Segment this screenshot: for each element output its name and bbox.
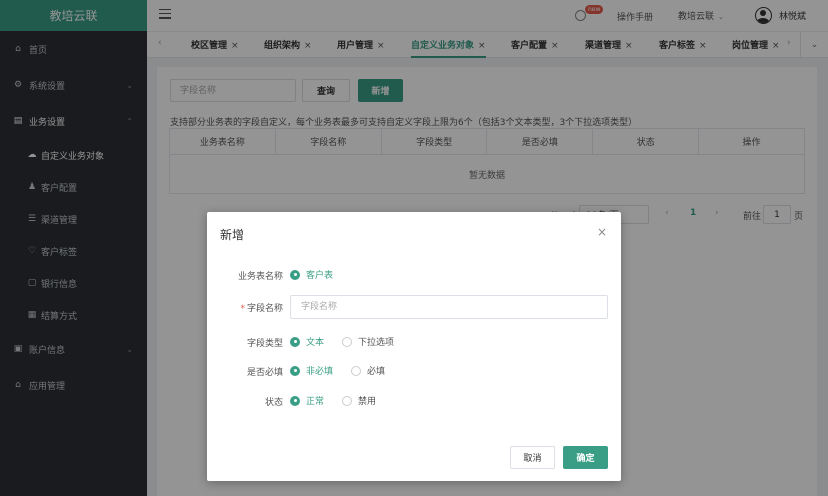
form-label: 是否必填 bbox=[246, 368, 283, 378]
form-row-status: 状态 正常 禁用 bbox=[207, 389, 621, 413]
radio-label: 下拉选项 bbox=[358, 338, 395, 348]
form-row-required: 是否必填 非必填 必填 bbox=[207, 359, 621, 383]
form-label: 业务表名称 bbox=[237, 272, 283, 282]
radio-unchecked-icon bbox=[351, 365, 361, 376]
radio-checked-icon bbox=[290, 365, 300, 376]
radio-label: 客户表 bbox=[306, 271, 334, 281]
form-row-field-type: 字段类型 文本 下拉选项 bbox=[207, 330, 621, 354]
form-label: 状态 bbox=[264, 398, 283, 408]
cancel-button[interactable]: 取消 bbox=[510, 446, 555, 469]
field-name-input[interactable] bbox=[290, 295, 608, 319]
radio-checked-icon bbox=[290, 336, 300, 347]
radio-checked-icon bbox=[290, 269, 300, 280]
confirm-button[interactable]: 确定 bbox=[563, 446, 608, 469]
radio-label: 正常 bbox=[306, 397, 325, 407]
close-icon[interactable]: × bbox=[597, 225, 607, 239]
radio-label: 必填 bbox=[367, 367, 386, 377]
radio-required[interactable]: 必填 bbox=[351, 364, 385, 377]
form-row-field-name: * 字段名称 bbox=[207, 295, 621, 319]
radio-text[interactable]: 文本 bbox=[290, 335, 324, 348]
dialog-title: 新增 bbox=[220, 228, 245, 242]
radio-normal[interactable]: 正常 bbox=[290, 394, 324, 407]
radio-checked-icon bbox=[290, 395, 300, 406]
radio-label: 禁用 bbox=[358, 397, 377, 407]
radio-label: 非必填 bbox=[306, 367, 334, 377]
radio-optional[interactable]: 非必填 bbox=[290, 364, 333, 377]
form-row-table-name: 业务表名称 客户表 bbox=[207, 263, 621, 287]
radio-unchecked-icon bbox=[342, 336, 352, 347]
required-asterisk: * bbox=[240, 304, 245, 314]
form-label-text: 字段名称 bbox=[246, 304, 283, 314]
radio-disabled[interactable]: 禁用 bbox=[342, 394, 376, 407]
radio-unchecked-icon bbox=[342, 395, 352, 406]
radio-dropdown[interactable]: 下拉选项 bbox=[342, 335, 394, 348]
add-field-dialog: 新增 × 业务表名称 客户表 *字段名称 字段类型 文本 下拉选项 是否必填 非… bbox=[207, 212, 621, 481]
form-label: * 字段名称 bbox=[240, 301, 283, 314]
radio-label: 文本 bbox=[306, 338, 325, 348]
radio-customer-table[interactable]: 客户表 bbox=[290, 268, 333, 281]
form-label: 字段类型 bbox=[246, 339, 283, 349]
